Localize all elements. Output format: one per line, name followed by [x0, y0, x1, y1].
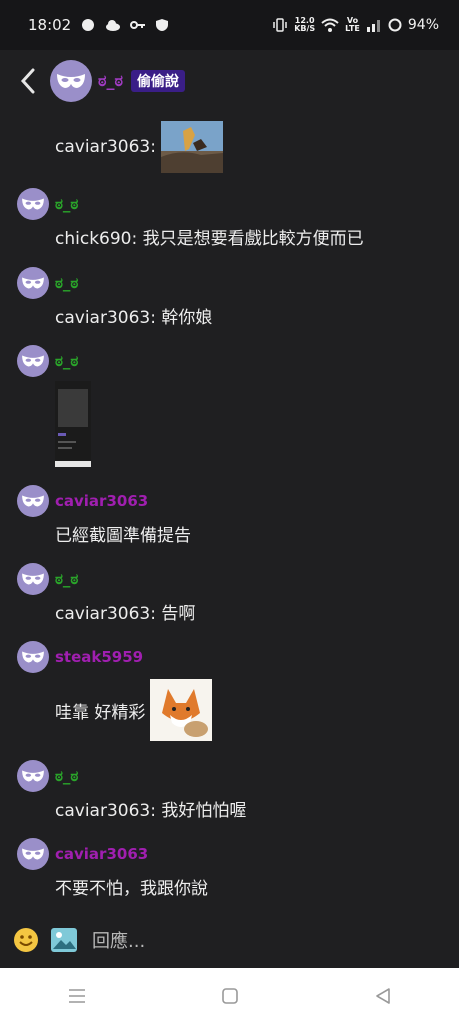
username[interactable]: ಠ_ಠ	[55, 767, 78, 785]
avatar[interactable]	[50, 60, 92, 102]
avatar[interactable]	[17, 641, 49, 673]
chat-badge: 偷偷說	[130, 70, 185, 92]
avatar[interactable]	[17, 485, 49, 517]
message-text: 哇靠 好精彩	[55, 702, 146, 723]
mask-icon	[22, 198, 44, 210]
home-button[interactable]	[200, 976, 260, 1016]
signal-icon	[366, 20, 380, 32]
mask-icon	[57, 74, 85, 88]
reply-input[interactable]: 回應...	[92, 927, 145, 953]
message-text: 不要不怕，我跟你說	[55, 879, 208, 899]
volte-indicator: Vo LTE	[345, 16, 360, 33]
status-time: 18:02	[28, 16, 72, 34]
username[interactable]: ಠ_ಠ	[55, 570, 78, 588]
username[interactable]: caviar3063	[55, 492, 148, 510]
username[interactable]: steak5959	[55, 648, 143, 666]
avatar[interactable]	[17, 760, 49, 792]
message-text: caviar3063: 告啊	[55, 604, 196, 624]
mask-icon	[22, 277, 44, 289]
mask-icon	[22, 848, 44, 860]
username[interactable]: ಠ_ಠ	[55, 195, 78, 213]
mask-icon	[22, 573, 44, 585]
username[interactable]: ಠ_ಠ	[55, 352, 78, 370]
menu-icon	[68, 989, 85, 1003]
status-bar: 18:02 12.0 KB/S Vo LTE 94%	[0, 0, 459, 50]
vibrate-icon	[273, 18, 287, 32]
emoji-button[interactable]	[12, 926, 40, 954]
message-composer: 回應...	[0, 912, 459, 968]
username[interactable]: ಠ_ಠ	[55, 274, 78, 292]
recent-apps-button[interactable]	[47, 976, 107, 1016]
avatar[interactable]	[17, 345, 49, 377]
mask-icon	[22, 495, 44, 507]
battery-percent: 94%	[407, 17, 439, 33]
avatar[interactable]	[17, 267, 49, 299]
shield-icon	[156, 19, 169, 31]
key-icon	[130, 21, 146, 29]
back-button[interactable]	[14, 61, 42, 101]
message-screenshot[interactable]	[55, 381, 91, 467]
cloud-icon	[106, 20, 121, 31]
back-nav-button[interactable]	[353, 976, 413, 1016]
system-nav-bar	[0, 968, 459, 1024]
mask-icon	[22, 355, 44, 367]
mask-icon	[22, 651, 44, 663]
message-text: 已經截圖準備提告	[55, 526, 191, 546]
image-button[interactable]	[50, 927, 78, 953]
avatar[interactable]	[17, 838, 49, 870]
message-text: caviar3063: 幹你娘	[55, 308, 213, 328]
back-triangle-icon	[375, 988, 390, 1004]
home-icon	[221, 988, 238, 1004]
message-text: chick690: 我只是想要看戲比較方便而已	[55, 229, 364, 249]
message-text: caviar3063: 我好怕怕喔	[55, 801, 247, 821]
avatar[interactable]	[17, 563, 49, 595]
message-photo[interactable]	[160, 121, 223, 173]
chevron-left-icon	[20, 68, 35, 94]
username[interactable]: caviar3063	[55, 845, 148, 863]
image-icon	[51, 928, 77, 952]
battery-icon	[388, 18, 402, 32]
emoji-icon	[14, 928, 38, 952]
network-speed: 12.0 KB/S	[294, 16, 316, 33]
sticker-image[interactable]	[150, 679, 213, 741]
wifi-icon	[321, 18, 339, 32]
message-text: caviar3063:	[55, 137, 156, 157]
app-notification-icon	[82, 19, 95, 31]
chat-title: ಠ_ಠ	[98, 71, 123, 90]
avatar[interactable]	[17, 188, 49, 220]
mask-icon	[22, 770, 44, 782]
chat-header: ಠ_ಠ 偷偷說	[0, 52, 459, 110]
